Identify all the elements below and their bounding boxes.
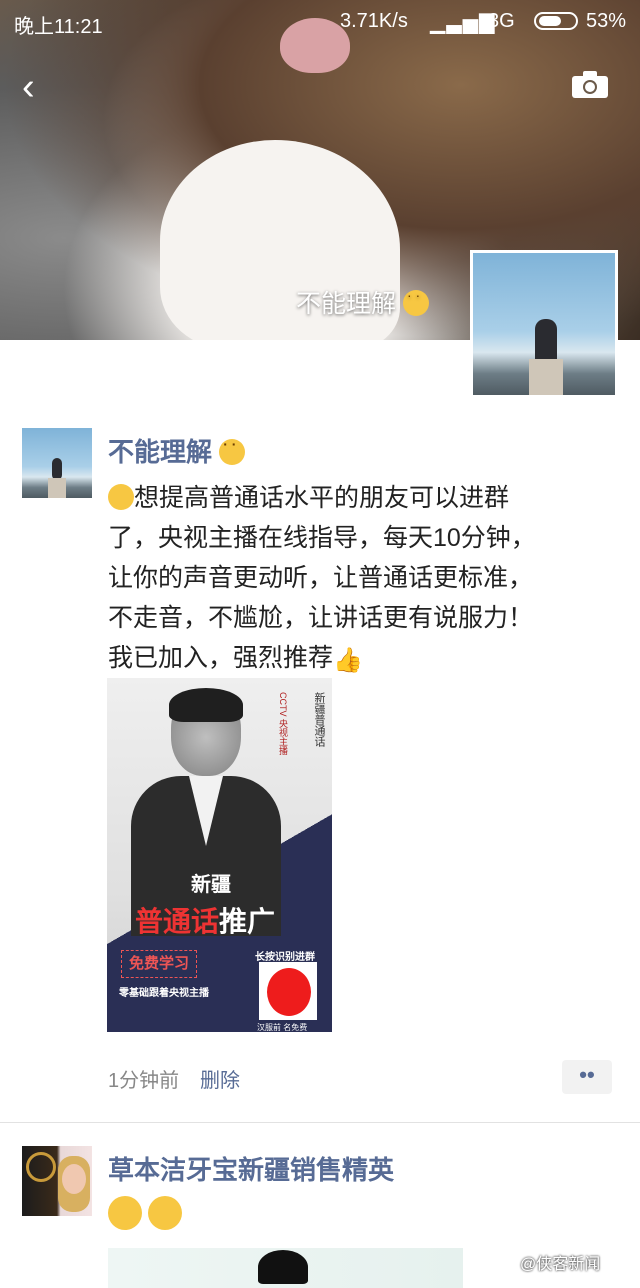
cover-username: 不能理解 — [296, 284, 429, 320]
qr-code — [259, 962, 317, 1020]
chevron-left-icon[interactable]: ‹ — [22, 66, 35, 109]
status-time: 晚上11:21 — [14, 16, 103, 38]
post-line: 了，央视主播在线指导，每天10分钟， — [108, 524, 536, 552]
poster-qr-label: 长按识别进群 — [255, 952, 315, 963]
smile-emoji-icon — [219, 436, 246, 465]
poster-sub: 零基础跟着央视主播 — [119, 988, 209, 999]
watermark: @侠客新闻 — [520, 1256, 601, 1273]
shy-emoji-icon — [108, 484, 134, 510]
post-line: 不走音，不尴尬，让讲话更有说服力！ — [108, 604, 534, 632]
delete-link[interactable]: 删除 — [200, 1064, 240, 1093]
status-bar: 晚上11:21 3.71K/s ▁▃▅▇ 3G 53% — [0, 0, 640, 46]
post-image[interactable]: 新疆普通话 CCTV 央视主播 新疆 普通话推广 免费学习 零基础跟着央视主播 … — [107, 678, 332, 1032]
poster-vertical-title: 新疆普通话 — [313, 692, 325, 747]
avatar-logo — [26, 1152, 56, 1182]
poster-line2-white: 推广 — [219, 906, 276, 937]
status-speed: 3.71K/s — [340, 10, 408, 32]
poster-free-badge: 免费学习 — [121, 950, 197, 978]
post-text: 想提高普通话水平的朋友可以进群 了，央视主播在线指导，每天10分钟， 让你的声音… — [108, 478, 608, 681]
poster-line1: 新疆 — [191, 874, 231, 896]
status-network: 3G — [488, 10, 515, 32]
post-username[interactable]: 不能理解 — [108, 432, 246, 469]
poster-line2-red: 普通话 — [135, 906, 220, 937]
kiss-emoji-icon — [108, 1196, 142, 1230]
more-button[interactable]: •• — [562, 1060, 612, 1094]
poster-line2: 普通话推广 — [135, 900, 275, 940]
avatar-pedestal — [529, 359, 563, 395]
poster-vertical-sub: CCTV 央视主播 — [278, 692, 288, 755]
avatar-figure — [535, 319, 557, 363]
smile-emoji-icon — [402, 287, 429, 316]
post-line: 我已加入，强烈推荐 — [108, 644, 334, 672]
post-emojis — [108, 1196, 188, 1231]
post-image[interactable] — [108, 1248, 463, 1288]
poster-hair — [169, 688, 243, 722]
post-username-text: 不能理解 — [108, 437, 213, 467]
post-line: 让你的声音更动听，让普通话更标准， — [108, 564, 534, 592]
post-username[interactable]: 草本洁牙宝新疆销售精英 — [108, 1150, 394, 1187]
image-subject — [258, 1250, 308, 1284]
post-line: 想提高普通话水平的朋友可以进群 — [134, 484, 510, 512]
divider — [0, 1122, 640, 1123]
thumbs-up-icon — [333, 641, 363, 681]
avatar-figure — [52, 458, 62, 480]
post-avatar[interactable] — [22, 428, 92, 498]
camera-icon[interactable] — [570, 70, 610, 100]
avatar-face — [62, 1164, 86, 1194]
battery-icon — [534, 12, 578, 30]
post-avatar[interactable] — [22, 1146, 92, 1216]
avatar-pedestal — [48, 478, 66, 498]
cover-username-text: 不能理解 — [296, 290, 397, 318]
kiss-emoji-icon — [148, 1196, 182, 1230]
status-battery: 53% — [586, 10, 627, 32]
profile-avatar[interactable] — [470, 250, 618, 398]
signal-icon: ▁▃▅▇ — [430, 12, 496, 34]
post-time: 1分钟前 — [108, 1070, 180, 1092]
poster-footer: 汉服前 名免费 — [257, 1023, 308, 1032]
